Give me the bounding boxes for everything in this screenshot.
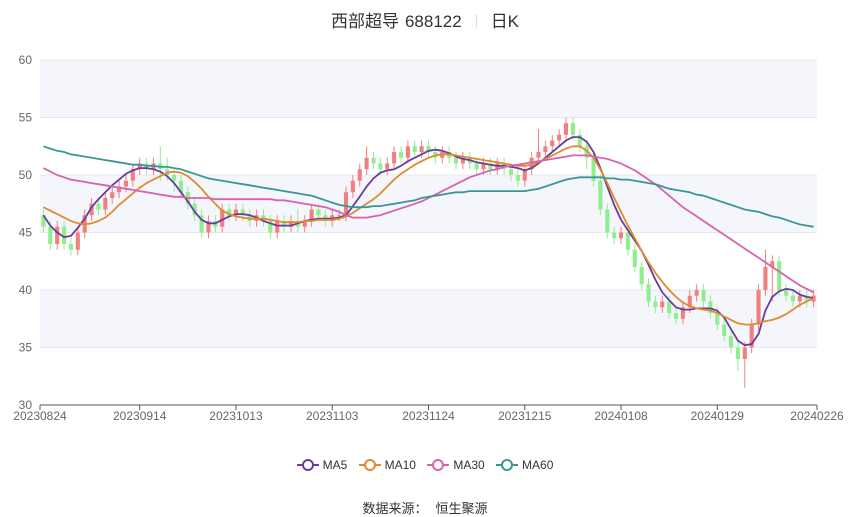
x-tick-label: 20240108 [594,409,648,423]
legend-ma30-marker [427,459,450,471]
candle-body [543,146,548,152]
candle-body [653,301,658,308]
y-tick-label: 55 [19,111,33,125]
candle-body [515,175,520,181]
y-tick-label: 60 [19,53,33,67]
x-tick-label: 20231013 [209,409,263,423]
candle-body [632,249,637,267]
candle-body [350,180,355,193]
candle-body [612,232,617,239]
source-value: 恒生聚源 [435,501,488,516]
candle-body [405,146,410,158]
plot-band [40,290,817,348]
plot-band [40,175,817,233]
plot-band [40,60,817,118]
x-tick-label: 20231124 [402,409,455,423]
candle-body [48,226,53,244]
candle-body [646,284,651,302]
legend-ma10-marker [358,459,381,471]
candle-body [536,152,541,158]
candle-body [103,198,108,210]
candle-body [639,267,644,285]
candle-body [110,192,115,198]
candle-body [557,134,562,141]
chart-root: 西部超导 688122 日K 30 35 40 45 50 55 60 20230824 2023… [0,0,850,517]
candle-body [618,232,624,239]
kline-chart: 30354045505560 20230824 20230914 20231013 2… [13,53,844,423]
candle-body [673,313,679,319]
candle-body [570,123,575,135]
y-tick-label: 40 [19,283,33,297]
candle-body [777,261,782,290]
legend-item-ma60[interactable]: MA60 [496,458,553,472]
y-axis: 30354045505560 [19,53,33,412]
candle-body [735,347,740,359]
x-tick-label: 20231215 [498,409,552,423]
candle-body [728,336,734,348]
x-tick-label: 20240226 [790,409,844,423]
candle-body [660,301,665,308]
candle-body [742,347,747,359]
candle-body [598,180,603,210]
candle-body [563,123,569,135]
candle-body [337,215,342,217]
candle-body [398,152,404,158]
legend-item-ma30[interactable]: MA30 [427,458,485,472]
x-tick-label: 20230824 [13,409,67,423]
candle-body [790,295,795,302]
candle-body [392,152,397,164]
candle-body [378,163,383,170]
x-axis: 20230824 20230914 20231013 20231103 20231124… [13,404,844,423]
candle-body [508,169,514,175]
candle-body [474,163,479,170]
x-tick-label: 20240129 [691,409,745,423]
candle-body [275,221,280,233]
y-tick-label: 35 [19,341,33,355]
candle-body [357,169,362,181]
candle-body [797,295,802,302]
candle-body [550,140,555,147]
legend-ma60-marker [496,459,519,471]
candle-body [453,157,459,164]
legend-item-ma5[interactable]: MA5 [296,458,348,472]
legend-item-ma10[interactable]: MA10 [358,458,416,472]
candle-body [172,175,177,181]
legend-ma10-label: MA10 [384,458,416,472]
x-tick-label: 20230914 [113,409,167,423]
y-tick-label: 45 [19,226,33,240]
candle-body [55,226,60,244]
candle-body [412,146,417,152]
candle-body [667,301,672,313]
candle-body [68,244,74,250]
legend-ma5-label: MA5 [322,458,348,472]
candle-body [605,209,610,233]
candle-body [783,290,789,296]
candle-body [715,313,720,325]
candle-body [371,157,376,164]
candle-body [316,209,321,216]
plot-bands [40,60,817,348]
source-label: 数据来源： [362,501,428,516]
candle-body [419,146,424,152]
x-tick-label: 20231103 [306,409,359,423]
candle-body [343,192,349,216]
candle-body [364,157,369,170]
candle-body [96,203,101,210]
candle-body [625,232,630,250]
candle-body [385,163,390,170]
candle-body [123,180,129,187]
candle-body [756,290,761,325]
candle-body [763,267,768,290]
legend-ma30-label: MA30 [453,458,485,472]
candle-body [75,232,80,250]
legend: MA5 MA10 MA30 MA60 [0,458,850,472]
candle-body [701,290,706,302]
data-source: 数据来源： 恒生聚源 [0,498,850,517]
y-tick-label: 50 [19,168,33,182]
legend-ma60-label: MA60 [522,458,554,472]
legend-ma5-marker [296,459,319,471]
candle-body [722,324,727,336]
candle-body [694,290,699,296]
